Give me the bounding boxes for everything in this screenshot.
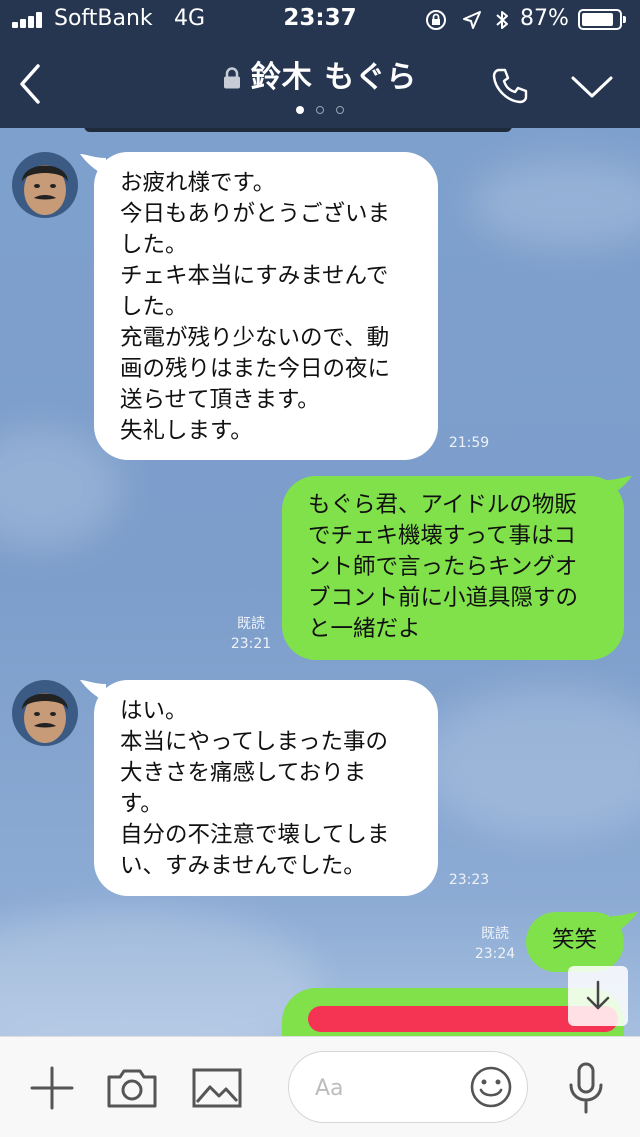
page-dot xyxy=(316,106,324,114)
battery-percent: 87% xyxy=(520,6,569,31)
chat-title-wrap: 鈴木 もぐら xyxy=(0,52,640,96)
message-line: でチェキ機壊すって事はコ xyxy=(308,523,576,549)
message-line: もぐら君、アイドルの物販 xyxy=(308,492,577,518)
message-line: した。 xyxy=(120,294,188,320)
message-time: 23:23 xyxy=(448,872,490,888)
message-meta: 21:59 xyxy=(444,433,494,453)
message-line: 本当にやってしまった事の xyxy=(120,729,388,755)
status-bar: SoftBank 4G 23:37 87% xyxy=(0,0,640,40)
plus-icon[interactable] xyxy=(28,1064,76,1112)
chevron-down-icon[interactable] xyxy=(570,74,614,100)
page-dot xyxy=(296,106,304,114)
read-receipt: 既読 xyxy=(481,926,509,942)
call-icon[interactable] xyxy=(490,66,530,106)
message-line: 笑笑 xyxy=(552,927,598,953)
message-line: 大きさを痛感しておりま xyxy=(120,760,367,786)
message-line: い、すみませんでした。 xyxy=(120,853,366,879)
message-line: す。 xyxy=(120,791,163,817)
message-line: ント師で言ったらキングオ xyxy=(308,554,578,580)
input-bar xyxy=(0,1036,640,1137)
message-line: お疲れ様です。 xyxy=(120,170,276,196)
message-bubble-outgoing[interactable]: もぐら君、アイドルの物販 でチェキ機壊すって事はコ ント師で言ったらキングオ ブ… xyxy=(282,476,624,660)
message-meta: 既読 23:24 xyxy=(470,924,520,964)
message-time: 23:21 xyxy=(230,636,272,652)
message-bubble-incoming[interactable]: お疲れ様です。 今日もありがとうございま した。 チェキ本当にすみませんで した… xyxy=(94,152,438,460)
message-line: 画の残りはまた今日の夜に xyxy=(120,356,391,382)
avatar[interactable] xyxy=(12,152,78,218)
arrow-down-icon xyxy=(586,980,610,1010)
message-input[interactable] xyxy=(313,1070,457,1106)
chat-area[interactable]: お疲れ様です。 今日もありがとうございま した。 チェキ本当にすみませんで した… xyxy=(0,128,640,1036)
chat-title: 鈴木 もぐら xyxy=(250,60,418,95)
battery-icon xyxy=(578,9,626,30)
camera-icon[interactable] xyxy=(106,1067,158,1109)
bluetooth-icon xyxy=(496,11,508,29)
message-line: 自分の不注意で壊してしま xyxy=(120,822,390,848)
message-bubble-incoming[interactable]: はい。 本当にやってしまった事の 大きさを痛感しておりま す。 自分の不注意で壊… xyxy=(94,680,438,896)
message-time: 23:24 xyxy=(474,946,516,962)
message-time: 21:59 xyxy=(448,435,490,451)
read-receipt: 既読 xyxy=(237,616,265,632)
image-icon[interactable] xyxy=(192,1067,242,1109)
previous-message-edge xyxy=(84,128,512,132)
message-line: 充電が残り少ないので、動 xyxy=(120,325,390,351)
message-line: チェキ本当にすみませんで xyxy=(120,263,389,289)
scroll-to-bottom-button[interactable] xyxy=(568,966,628,1026)
message-line: 送らせて頂きます。 xyxy=(120,387,320,413)
microphone-icon[interactable] xyxy=(566,1061,606,1115)
lock-icon xyxy=(223,67,240,89)
battery-fill xyxy=(582,13,613,26)
message-line: はい。 xyxy=(120,698,188,724)
page-indicator xyxy=(0,106,640,114)
message-line: ブコント前に小道具隠すの xyxy=(308,585,579,611)
message-bubble-outgoing[interactable]: 笑笑 xyxy=(526,912,624,972)
page-dot xyxy=(336,106,344,114)
message-line: 今日もありがとうございま xyxy=(120,201,391,227)
location-icon xyxy=(463,11,481,29)
message-line: した。 xyxy=(120,232,188,258)
avatar[interactable] xyxy=(12,680,78,746)
message-line: と一緒だよ xyxy=(308,616,421,642)
message-line: 失礼します。 xyxy=(120,418,253,444)
chat-header: 鈴木 もぐら xyxy=(0,40,640,128)
orientation-lock-icon xyxy=(426,10,446,30)
message-meta: 23:23 xyxy=(444,870,494,890)
emoji-icon[interactable] xyxy=(469,1065,513,1109)
message-input-wrap[interactable] xyxy=(288,1051,528,1123)
message-meta: 既読 23:21 xyxy=(226,614,276,654)
